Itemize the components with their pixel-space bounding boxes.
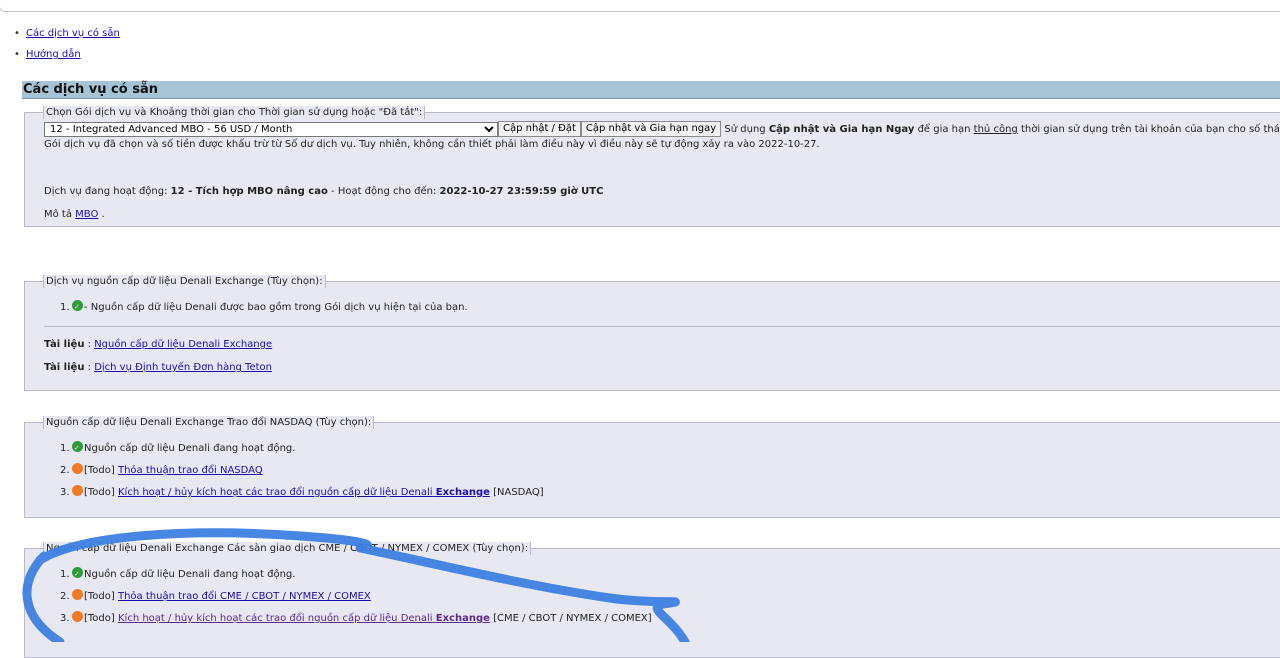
list-item: 1.- Nguồn cấp dữ liệu Denali được bao gồ… xyxy=(60,299,468,322)
nasdaq-fieldset: Nguồn cấp dữ liệu Denali Exchange Trao đ… xyxy=(24,416,1280,518)
denali-list: 1.- Nguồn cấp dữ liệu Denali được bao gồ… xyxy=(60,299,468,322)
cme-agreement-link[interactable]: Thỏa thuận trao đổi CME / CBOT / NYMEX /… xyxy=(118,591,371,602)
plan-legend: Chọn Gói dịch vụ và Khoảng thời gian cho… xyxy=(43,106,426,119)
top-input-bar xyxy=(0,0,1280,12)
doc-sep: : xyxy=(87,362,91,373)
nasdaq-list: 1.Nguồn cấp dữ liệu Denali đang hoạt độn… xyxy=(60,440,544,507)
active-until-label: - Hoạt động cho đến: xyxy=(331,186,437,197)
cme-activate-link[interactable]: Kích hoạt / hủy kích hoạt các trao đổi n… xyxy=(118,613,490,624)
feed-active-text: Nguồn cấp dữ liệu Denali đang hoạt động. xyxy=(84,569,296,580)
activate-link-text[interactable]: Kích hoạt / hủy kích hoạt các trao đổi n… xyxy=(118,487,433,498)
activate-link-bold[interactable]: Exchange xyxy=(436,487,490,498)
section-title: Các dịch vụ có sẵn xyxy=(22,81,1280,99)
check-circle-icon xyxy=(72,566,83,582)
plan-fieldset: Chọn Gói dịch vụ và Khoảng thời gian cho… xyxy=(24,106,1280,227)
list-item: 2. [Todo] Thỏa thuận trao đổi NASDAQ xyxy=(60,463,263,476)
toc-link-guide[interactable]: Hướng dẫn xyxy=(26,49,81,60)
list-item: 3. [Todo] Kích hoạt / hủy kích hoạt các t… xyxy=(60,611,652,624)
activate-link-bold[interactable]: Exchange xyxy=(436,613,490,624)
doc-link-denali-feed[interactable]: Nguồn cấp dữ liệu Denali Exchange xyxy=(94,339,272,350)
todo-tag: [Todo] xyxy=(84,591,115,602)
active-until-value: 2022-10-27 23:59:59 giờ UTC xyxy=(439,186,604,197)
update-set-button[interactable]: Cập nhật / Đặt xyxy=(498,121,581,137)
renew-info-bold: Cập nhật và Gia hạn Ngay xyxy=(768,124,915,135)
update-renew-button[interactable]: Cập nhật và Gia hạn ngay xyxy=(580,121,722,137)
doc-sep: : xyxy=(87,339,91,350)
feed-active-text: Nguồn cấp dữ liệu Denali đang hoạt động. xyxy=(84,443,296,454)
doc-link-teton[interactable]: Dịch vụ Định tuyến Đơn hàng Teton xyxy=(94,362,272,373)
todo-dot-icon xyxy=(72,589,83,600)
activate-link-text[interactable]: Kích hoạt / hủy kích hoạt các trao đổi n… xyxy=(118,613,433,624)
denali-fieldset: Dịch vụ nguồn cấp dữ liệu Denali Exchang… xyxy=(24,275,1280,391)
renew-info-line2: Gói dịch vụ đã chọn và số tiền được khấu… xyxy=(44,139,820,150)
renew-info-pre: Sử dụng xyxy=(724,124,766,135)
description-end: . xyxy=(101,209,105,220)
list-item: 2. [Todo] Thỏa thuận trao đổi CME / CBOT … xyxy=(60,589,371,602)
todo-tag: [Todo] xyxy=(84,613,115,624)
renew-info-mid: để gia hạn xyxy=(917,124,971,135)
active-service-value: 12 - Tích hợp MBO nâng cao xyxy=(170,186,328,197)
doc-line-2: Tài liệu : Dịch vụ Định tuyến Đơn hàng T… xyxy=(44,361,272,374)
list-item: 1.Nguồn cấp dữ liệu Denali đang hoạt độn… xyxy=(60,440,544,463)
todo-tag: [Todo] xyxy=(84,487,115,498)
plan-controls-row: 12 - Integrated Advanced MBO - 56 USD / … xyxy=(44,121,1280,139)
cme-list: 1.Nguồn cấp dữ liệu Denali đang hoạt độn… xyxy=(60,566,652,633)
nasdaq-suffix: [NASDAQ] xyxy=(493,487,544,498)
doc-label: Tài liệu xyxy=(44,339,85,350)
manual-link[interactable]: thủ công xyxy=(974,124,1018,135)
nasdaq-agreement-link[interactable]: Thỏa thuận trao đổi NASDAQ xyxy=(118,465,263,476)
description-line: Mô tả MBO . xyxy=(44,208,105,221)
plan-select[interactable]: 12 - Integrated Advanced MBO - 56 USD / … xyxy=(44,121,498,137)
description-label: Mô tả xyxy=(44,209,72,220)
renew-info-post: thời gian sử dụng trên tài khoản của bạn… xyxy=(1020,124,1280,135)
denali-legend: Dịch vụ nguồn cấp dữ liệu Denali Exchang… xyxy=(43,275,326,288)
denali-included-text: - Nguồn cấp dữ liệu Denali được bao gồm … xyxy=(84,302,468,313)
active-service-line: Dịch vụ đang hoạt động: 12 - Tích hợp MB… xyxy=(44,185,603,198)
doc-line-1: Tài liệu : Nguồn cấp dữ liệu Denali Exch… xyxy=(44,338,272,351)
todo-dot-icon xyxy=(72,485,83,496)
toc-item: Hướng dẫn xyxy=(12,48,120,69)
toc-item: Các dịch vụ có sẵn xyxy=(12,27,120,48)
check-circle-icon xyxy=(72,299,83,315)
cme-legend: Nguồn cấp dữ liệu Denali Exchange Các sà… xyxy=(43,542,532,555)
doc-label: Tài liệu xyxy=(44,362,85,373)
nasdaq-activate-link[interactable]: Kích hoạt / hủy kích hoạt các trao đổi n… xyxy=(118,487,490,498)
cme-suffix: [CME / CBOT / NYMEX / COMEX] xyxy=(493,613,652,624)
todo-dot-icon xyxy=(72,611,83,622)
mbo-link[interactable]: MBO xyxy=(75,209,98,220)
check-circle-icon xyxy=(72,440,83,456)
table-of-contents: Các dịch vụ có sẵn Hướng dẫn xyxy=(12,27,120,69)
nasdaq-legend: Nguồn cấp dữ liệu Denali Exchange Trao đ… xyxy=(43,416,375,429)
active-service-label: Dịch vụ đang hoạt động: xyxy=(44,186,168,197)
divider xyxy=(44,326,1280,327)
todo-dot-icon xyxy=(72,463,83,474)
todo-tag: [Todo] xyxy=(84,465,115,476)
toc-link-services[interactable]: Các dịch vụ có sẵn xyxy=(26,28,120,39)
list-item: 1.Nguồn cấp dữ liệu Denali đang hoạt độn… xyxy=(60,566,652,589)
list-item: 3. [Todo] Kích hoạt / hủy kích hoạt các t… xyxy=(60,485,544,498)
